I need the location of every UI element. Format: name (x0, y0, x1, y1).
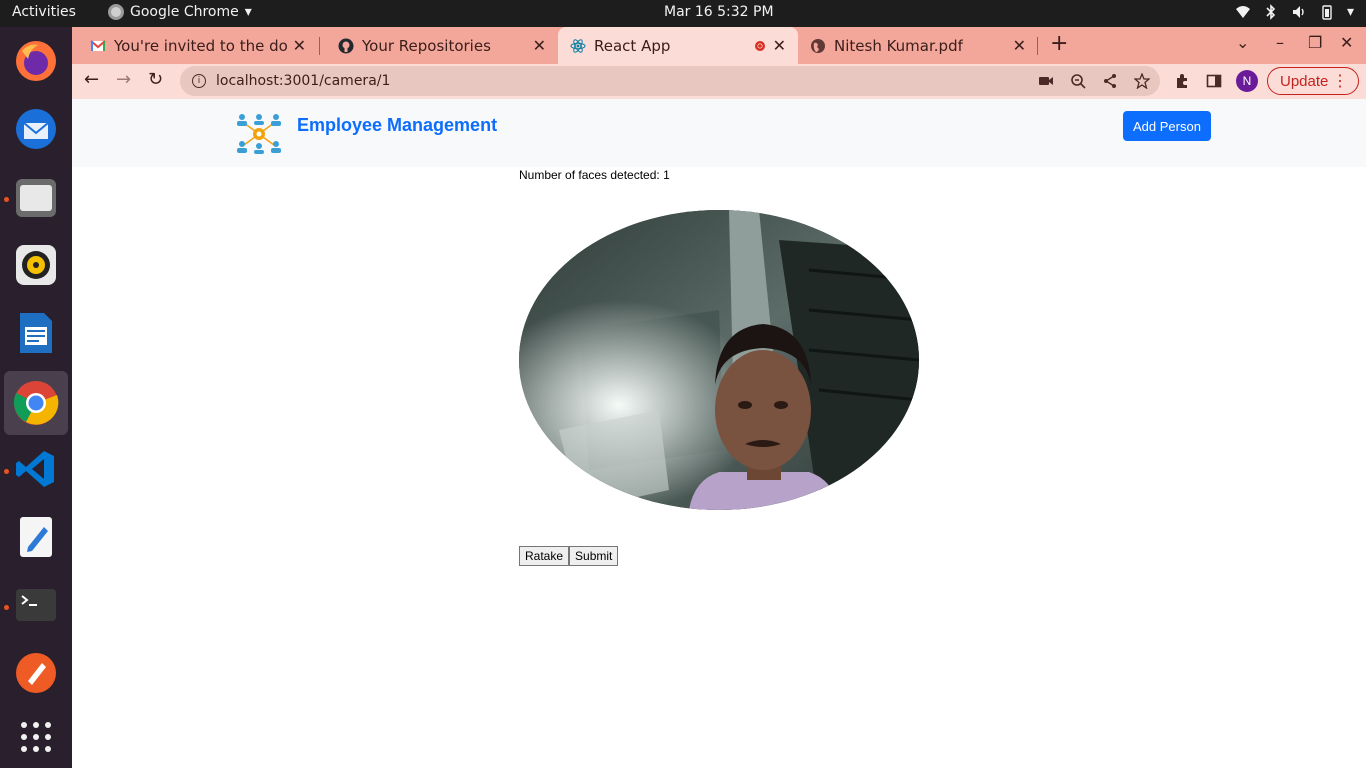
zoom-icon[interactable] (1070, 73, 1086, 89)
add-person-button[interactable]: Add Person (1123, 111, 1211, 141)
tab-search-icon[interactable]: ⌄ (1236, 33, 1249, 52)
tab-react-app[interactable]: React App ✕ (558, 27, 798, 64)
tab-title: You're invited to the docu (114, 36, 288, 55)
more-menu-icon[interactable]: ⋮ (1332, 71, 1348, 91)
restore-icon[interactable]: ❐ (1308, 33, 1322, 52)
bookmark-star-icon[interactable] (1134, 73, 1150, 89)
battery-icon (1322, 5, 1332, 20)
update-button[interactable]: Update ⋮ (1267, 67, 1359, 95)
terminal-icon[interactable] (12, 581, 60, 629)
tab-title: Your Repositories (362, 36, 491, 55)
faces-detected-text: Number of faces detected: 1 (519, 168, 670, 182)
files-icon[interactable] (12, 173, 60, 221)
extensions-icon[interactable] (1174, 73, 1190, 89)
volume-icon (1292, 6, 1304, 18)
app-menu-label: Google Chrome (130, 4, 239, 20)
reload-icon[interactable]: ↻ (148, 69, 163, 90)
ubuntu-dock (0, 27, 72, 768)
recording-icon (755, 41, 765, 51)
camera-in-use-icon[interactable] (1038, 73, 1054, 89)
chrome-small-icon (108, 4, 124, 20)
tab-gmail[interactable]: You're invited to the docu ✕ (72, 27, 318, 64)
tab-title: Nitesh Kumar.pdf (834, 36, 963, 55)
address-bar[interactable]: i localhost:3001/camera/1 (180, 66, 1160, 96)
rhythmbox-icon[interactable] (12, 241, 60, 289)
chrome-icon[interactable] (4, 371, 68, 435)
side-panel-icon[interactable] (1206, 73, 1222, 89)
url-text[interactable]: localhost:3001/camera/1 (216, 73, 390, 89)
system-menu-caret-icon: ▾ (1346, 4, 1354, 20)
gmail-icon (90, 39, 106, 51)
firefox-icon[interactable] (12, 37, 60, 85)
profile-avatar[interactable]: N (1236, 70, 1258, 92)
close-icon[interactable]: ✕ (533, 36, 546, 55)
app-menu[interactable]: Google Chrome ▾ (108, 4, 252, 20)
forward-icon[interactable]: → (116, 69, 131, 90)
close-icon[interactable]: ✕ (293, 36, 306, 55)
tab-strip: You're invited to the docu ✕ Your Reposi… (72, 27, 1366, 64)
system-tray[interactable]: ▾ (1235, 4, 1354, 20)
camera-capture-preview (519, 210, 919, 510)
clock[interactable]: Mar 16 5:32 PM (664, 4, 774, 20)
caret-down-icon: ▾ (244, 4, 252, 20)
running-indicator (4, 469, 9, 474)
close-icon[interactable]: ✕ (773, 36, 786, 55)
wifi-icon (1235, 6, 1250, 18)
captured-face-photo (519, 210, 919, 510)
share-icon[interactable] (1102, 73, 1118, 89)
back-icon[interactable]: ← (84, 69, 99, 90)
postman-icon[interactable] (12, 649, 60, 697)
ratake-button[interactable]: Ratake (519, 546, 570, 566)
page-content: Employee Management Add Person Number of… (72, 99, 1366, 768)
app-grid-icon[interactable] (12, 713, 60, 761)
bluetooth-icon (1266, 4, 1276, 20)
tab-github[interactable]: Your Repositories ✕ (320, 27, 558, 64)
running-indicator (4, 197, 9, 202)
close-window-icon[interactable]: ✕ (1340, 33, 1353, 52)
github-icon (338, 38, 354, 53)
system-top-bar: Activities Google Chrome ▾ Mar 16 5:32 P… (0, 0, 1366, 27)
brand-title[interactable]: Employee Management (297, 115, 497, 136)
team-network-logo-icon[interactable] (235, 113, 283, 155)
vscode-icon[interactable] (12, 445, 60, 493)
thunderbird-icon[interactable] (12, 105, 60, 153)
capture-actions: Ratake Submit (519, 546, 619, 566)
chrome-window: You're invited to the docu ✕ Your Reposi… (72, 27, 1366, 768)
tab-pdf[interactable]: Nitesh Kumar.pdf ✕ (798, 27, 1038, 64)
globe-icon (811, 38, 825, 53)
browser-toolbar: ← → ↻ i localhost:3001/camera/1 N Update… (72, 64, 1366, 99)
tab-separator (1037, 37, 1038, 55)
close-icon[interactable]: ✕ (1013, 36, 1026, 55)
libreoffice-writer-icon[interactable] (12, 309, 60, 357)
tab-title: React App (594, 36, 671, 55)
running-indicator (4, 605, 9, 610)
react-icon (570, 38, 586, 53)
submit-button[interactable]: Submit (569, 546, 619, 566)
update-label: Update (1280, 72, 1329, 90)
app-navbar: Employee Management Add Person (72, 99, 1366, 167)
new-tab-icon[interactable]: + (1050, 31, 1068, 56)
text-editor-icon[interactable] (12, 513, 60, 561)
site-info-icon[interactable]: i (192, 74, 206, 88)
minimize-icon[interactable]: – (1276, 33, 1284, 52)
activities-button[interactable]: Activities (12, 4, 76, 20)
